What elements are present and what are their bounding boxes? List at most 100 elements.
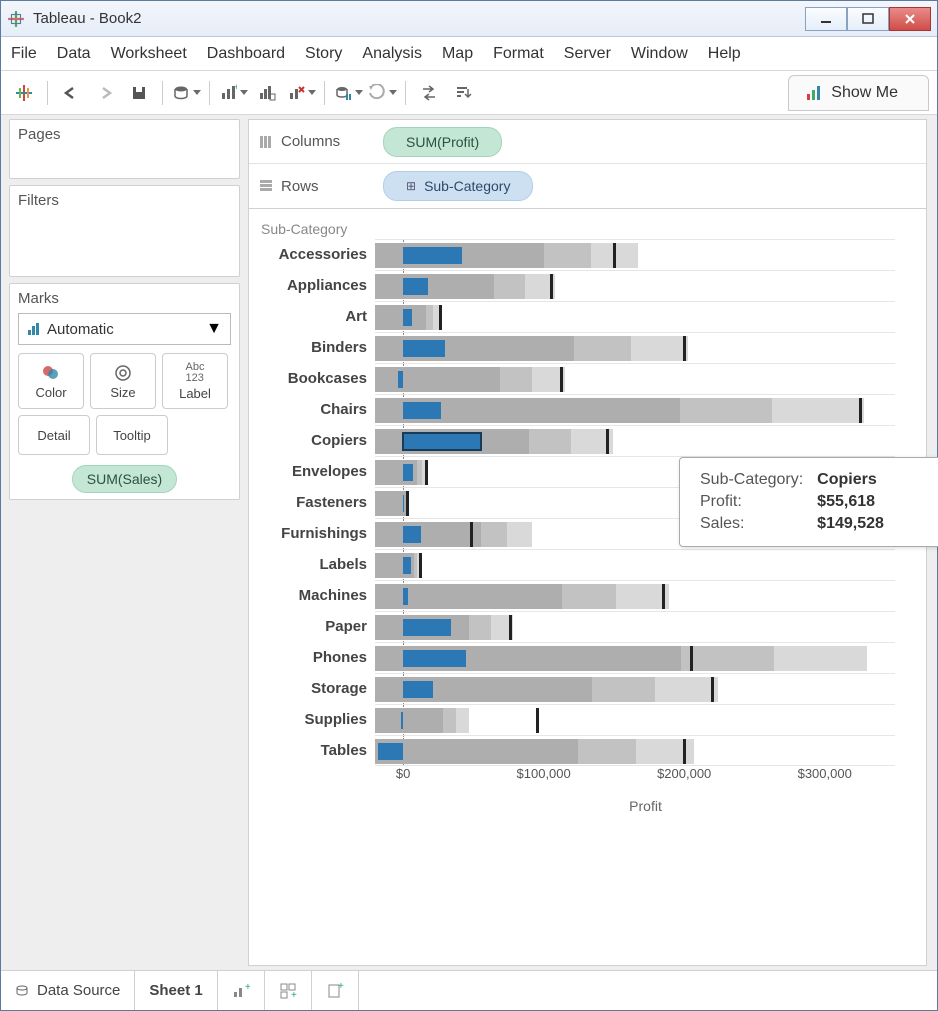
columns-icon — [259, 135, 273, 149]
menu-format[interactable]: Format — [493, 45, 544, 63]
menu-dashboard[interactable]: Dashboard — [207, 45, 285, 63]
swap-button[interactable] — [414, 78, 444, 108]
bar-row[interactable] — [375, 580, 895, 611]
svg-text:+: + — [291, 990, 297, 1000]
menu-story[interactable]: Story — [305, 45, 342, 63]
tooltip-val-profit: $55,618 — [811, 492, 890, 512]
row-label: Binders — [255, 332, 375, 363]
row-label: Phones — [255, 642, 375, 673]
menu-file[interactable]: File — [11, 45, 37, 63]
chart-header: Sub-Category — [261, 221, 916, 237]
menu-server[interactable]: Server — [564, 45, 611, 63]
menu-help[interactable]: Help — [708, 45, 741, 63]
bar-row[interactable] — [375, 394, 895, 425]
new-worksheet-tab[interactable]: + — [218, 971, 265, 1010]
close-button[interactable] — [889, 7, 931, 31]
new-dashboard-tab[interactable]: + — [265, 971, 312, 1010]
svg-text:+: + — [234, 84, 237, 92]
mark-type-select[interactable]: Automatic ▼ — [18, 313, 231, 345]
row-label: Chairs — [255, 394, 375, 425]
x-tick: $200,000 — [657, 766, 711, 781]
filters-panel[interactable]: Filters — [9, 185, 240, 277]
rows-pill[interactable]: Sub-Category — [383, 171, 533, 201]
color-icon — [41, 363, 61, 383]
row-label: Supplies — [255, 704, 375, 735]
bar-row[interactable] — [375, 425, 895, 456]
data-source-label: Data Source — [37, 982, 120, 999]
row-label: Accessories — [255, 239, 375, 270]
data-source-icon — [15, 984, 29, 998]
x-tick: $300,000 — [798, 766, 852, 781]
pages-title: Pages — [18, 126, 231, 143]
data-source-tab[interactable]: Data Source — [1, 971, 135, 1010]
menu-data[interactable]: Data — [57, 45, 91, 63]
sheet-tab[interactable]: Sheet 1 — [135, 971, 217, 1010]
save-button[interactable] — [124, 78, 154, 108]
marks-title: Marks — [18, 290, 231, 307]
x-tick: $100,000 — [517, 766, 571, 781]
logo-icon[interactable] — [9, 78, 39, 108]
bar-row[interactable] — [375, 549, 895, 580]
mark-type-label: Automatic — [47, 321, 114, 338]
run-button[interactable] — [367, 78, 397, 108]
menu-window[interactable]: Window — [631, 45, 688, 63]
sheet-label: Sheet 1 — [149, 982, 202, 999]
titlebar[interactable]: Tableau - Book2 — [1, 1, 937, 37]
duplicate-button[interactable] — [252, 78, 282, 108]
x-tick: $0 — [396, 766, 410, 781]
bar-row[interactable] — [375, 363, 895, 394]
bar-row[interactable] — [375, 704, 895, 735]
clear-button[interactable] — [286, 78, 316, 108]
columns-shelf[interactable]: Columns SUM(Profit) — [249, 120, 926, 164]
size-card[interactable]: Size — [90, 353, 156, 409]
x-axis-title: Profit — [375, 798, 916, 814]
label-card[interactable]: Abc123 Label — [162, 353, 228, 409]
pages-panel[interactable]: Pages — [9, 119, 240, 179]
filters-title: Filters — [18, 192, 231, 209]
footer-tabs: Data Source Sheet 1 + + + — [1, 970, 937, 1010]
new-story-tab[interactable]: + — [312, 971, 359, 1010]
bar-row[interactable] — [375, 611, 895, 642]
size-icon — [113, 363, 133, 383]
label-label: Label — [179, 386, 211, 401]
row-label: Bookcases — [255, 363, 375, 394]
sort-asc-button[interactable] — [448, 78, 478, 108]
bar-row[interactable] — [375, 735, 895, 766]
window-title: Tableau - Book2 — [33, 10, 805, 27]
bar-row[interactable] — [375, 301, 895, 332]
svg-text:+: + — [338, 982, 344, 992]
detail-card[interactable]: Detail — [18, 415, 90, 455]
rows-label: Rows — [281, 178, 319, 195]
minimize-button[interactable] — [805, 7, 847, 31]
row-label: Storage — [255, 673, 375, 704]
auto-update-button[interactable] — [333, 78, 363, 108]
color-card[interactable]: Color — [18, 353, 84, 409]
tooltip-key-sales: Sales: — [694, 514, 809, 534]
row-label: Art — [255, 301, 375, 332]
new-worksheet-button[interactable]: + — [218, 78, 248, 108]
row-label: Envelopes — [255, 456, 375, 487]
bar-row[interactable] — [375, 270, 895, 301]
tooltip-label: Tooltip — [113, 428, 151, 443]
bar-row[interactable] — [375, 642, 895, 673]
redo-button[interactable] — [90, 78, 120, 108]
bar-row[interactable] — [375, 239, 895, 270]
row-label: Copiers — [255, 425, 375, 456]
show-me-button[interactable]: Show Me — [788, 75, 929, 111]
tooltip-card[interactable]: Tooltip — [96, 415, 168, 455]
maximize-button[interactable] — [847, 7, 889, 31]
data-source-button[interactable] — [171, 78, 201, 108]
marks-pill-sum-sales[interactable]: SUM(Sales) — [72, 465, 177, 493]
tooltip-key-subcat: Sub-Category: — [694, 470, 809, 490]
bar-row[interactable] — [375, 673, 895, 704]
new-worksheet-icon: + — [232, 982, 250, 1000]
menu-map[interactable]: Map — [442, 45, 473, 63]
row-label: Paper — [255, 611, 375, 642]
menu-analysis[interactable]: Analysis — [362, 45, 422, 63]
chart-area[interactable]: Sub-Category AccessoriesAppliancesArtBin… — [248, 209, 927, 966]
rows-shelf[interactable]: Rows Sub-Category — [249, 164, 926, 208]
columns-pill[interactable]: SUM(Profit) — [383, 127, 502, 157]
bar-row[interactable] — [375, 332, 895, 363]
undo-button[interactable] — [56, 78, 86, 108]
menu-worksheet[interactable]: Worksheet — [111, 45, 187, 63]
